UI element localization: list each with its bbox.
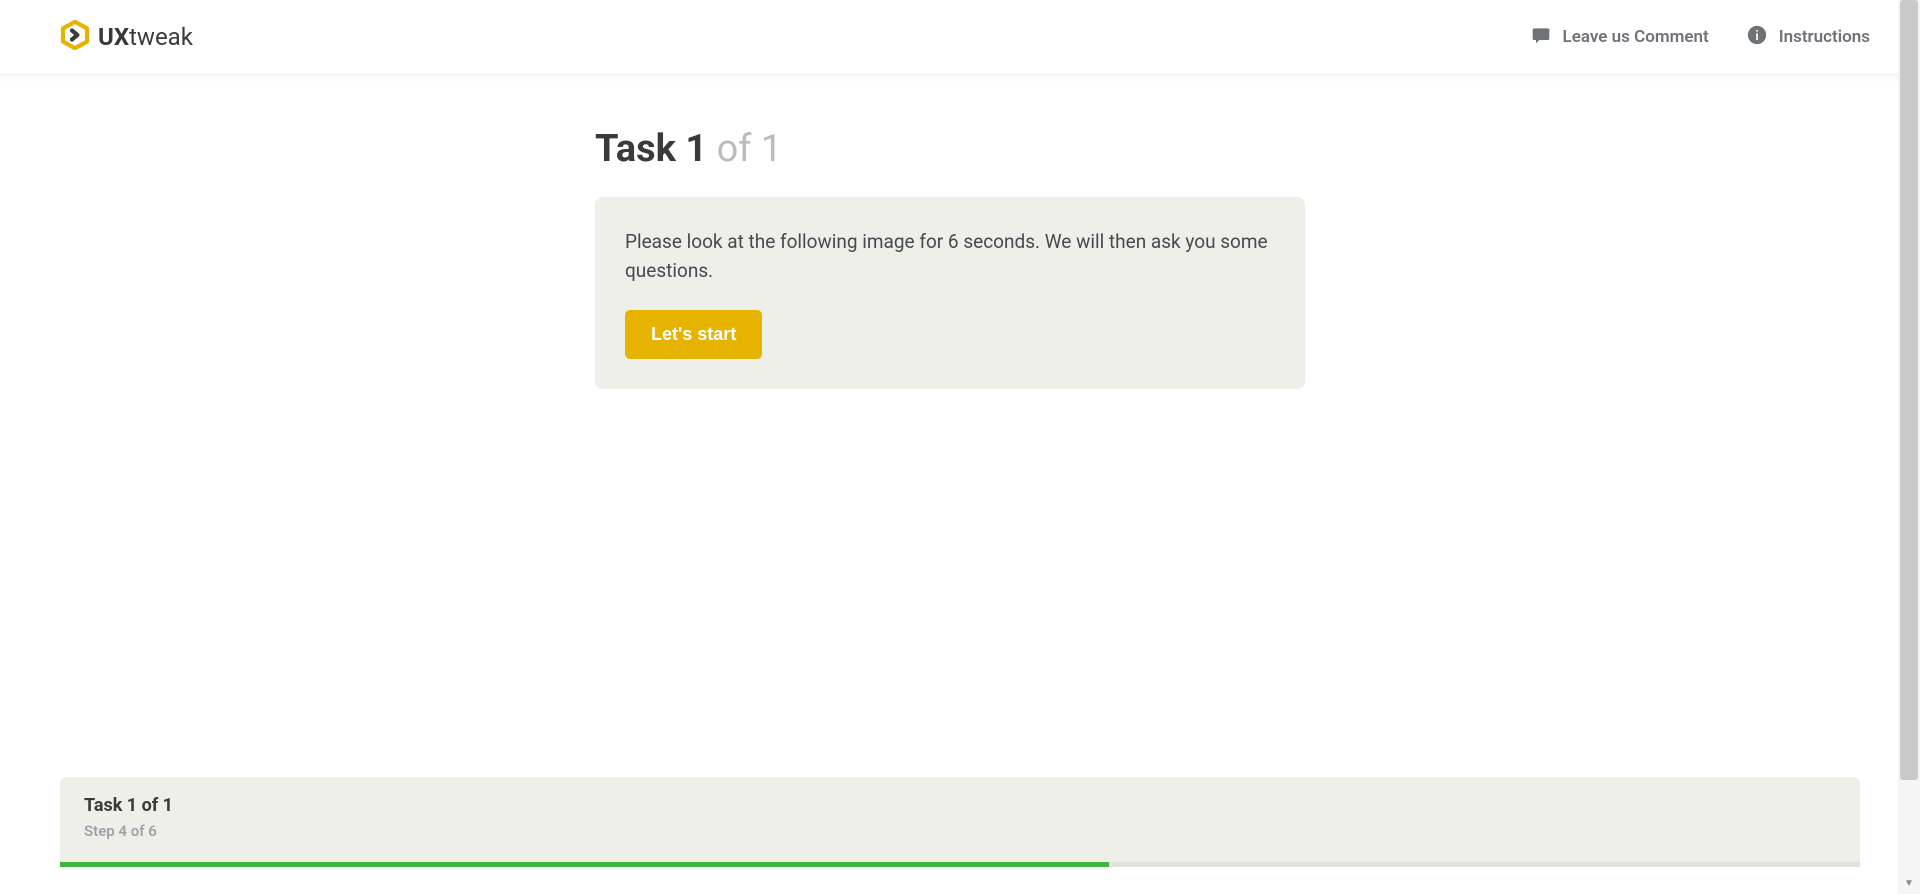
- instructions-button[interactable]: Instructions: [1747, 25, 1870, 50]
- leave-comment-button[interactable]: Leave us Comment: [1531, 25, 1709, 50]
- logo-text: UXtweak: [98, 23, 193, 51]
- footer-panel: Task 1 of 1 Step 4 of 6: [60, 777, 1860, 867]
- header-actions: Leave us Comment Instructions: [1531, 25, 1871, 50]
- comment-icon: [1531, 25, 1551, 50]
- leave-comment-label: Leave us Comment: [1563, 27, 1709, 47]
- header: UXtweak Leave us Comment Instructions: [0, 0, 1920, 75]
- footer-task-label: Task 1 of 1: [84, 795, 1836, 816]
- instructions-label: Instructions: [1779, 27, 1870, 47]
- logo-icon: [60, 20, 90, 54]
- scroll-down-icon[interactable]: ▼: [1898, 872, 1920, 894]
- lets-start-button[interactable]: Let's start: [625, 310, 762, 359]
- info-icon: [1747, 25, 1767, 50]
- progress-bar: [60, 862, 1860, 867]
- main-content: Task 1 of 1 Please look at the following…: [595, 75, 1920, 389]
- scrollbar[interactable]: ▲ ▼: [1898, 0, 1920, 894]
- task-description: Please look at the following image for 6…: [625, 227, 1275, 286]
- logo[interactable]: UXtweak: [60, 20, 193, 54]
- scrollbar-thumb[interactable]: [1900, 0, 1918, 780]
- progress-fill: [60, 862, 1109, 867]
- task-card: Please look at the following image for 6…: [595, 197, 1305, 389]
- footer-step-label: Step 4 of 6: [84, 822, 1836, 840]
- task-title: Task 1 of 1: [595, 127, 782, 171]
